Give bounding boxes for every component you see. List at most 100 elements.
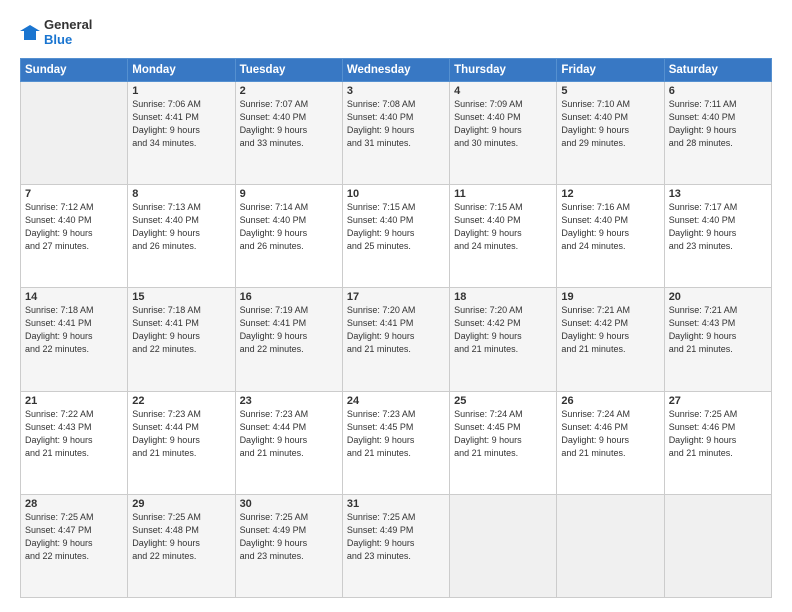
day-number: 22 xyxy=(132,395,230,407)
logo-general-text: General xyxy=(44,18,92,33)
day-info: Sunrise: 7:10 AM Sunset: 4:40 PM Dayligh… xyxy=(561,98,659,150)
calendar-cell: 18Sunrise: 7:20 AM Sunset: 4:42 PM Dayli… xyxy=(450,288,557,391)
day-number: 7 xyxy=(25,188,123,200)
day-info: Sunrise: 7:25 AM Sunset: 4:47 PM Dayligh… xyxy=(25,511,123,563)
day-info: Sunrise: 7:23 AM Sunset: 4:44 PM Dayligh… xyxy=(240,408,338,460)
header: General Blue xyxy=(20,18,772,48)
day-number: 5 xyxy=(561,85,659,97)
calendar-table: SundayMondayTuesdayWednesdayThursdayFrid… xyxy=(20,58,772,598)
calendar-cell xyxy=(557,494,664,597)
logo-bird-icon xyxy=(20,22,42,44)
calendar-cell: 19Sunrise: 7:21 AM Sunset: 4:42 PM Dayli… xyxy=(557,288,664,391)
day-info: Sunrise: 7:23 AM Sunset: 4:44 PM Dayligh… xyxy=(132,408,230,460)
calendar-cell: 20Sunrise: 7:21 AM Sunset: 4:43 PM Dayli… xyxy=(664,288,771,391)
calendar-cell: 24Sunrise: 7:23 AM Sunset: 4:45 PM Dayli… xyxy=(342,391,449,494)
calendar-cell: 29Sunrise: 7:25 AM Sunset: 4:48 PM Dayli… xyxy=(128,494,235,597)
calendar-header-friday: Friday xyxy=(557,58,664,81)
day-number: 25 xyxy=(454,395,552,407)
calendar-cell: 22Sunrise: 7:23 AM Sunset: 4:44 PM Dayli… xyxy=(128,391,235,494)
day-number: 21 xyxy=(25,395,123,407)
calendar-cell: 8Sunrise: 7:13 AM Sunset: 4:40 PM Daylig… xyxy=(128,185,235,288)
day-info: Sunrise: 7:14 AM Sunset: 4:40 PM Dayligh… xyxy=(240,201,338,253)
day-number: 6 xyxy=(669,85,767,97)
day-info: Sunrise: 7:24 AM Sunset: 4:46 PM Dayligh… xyxy=(561,408,659,460)
day-number: 17 xyxy=(347,291,445,303)
day-number: 30 xyxy=(240,498,338,510)
day-info: Sunrise: 7:20 AM Sunset: 4:41 PM Dayligh… xyxy=(347,304,445,356)
day-info: Sunrise: 7:13 AM Sunset: 4:40 PM Dayligh… xyxy=(132,201,230,253)
calendar-cell: 16Sunrise: 7:19 AM Sunset: 4:41 PM Dayli… xyxy=(235,288,342,391)
day-number: 23 xyxy=(240,395,338,407)
day-info: Sunrise: 7:20 AM Sunset: 4:42 PM Dayligh… xyxy=(454,304,552,356)
calendar-cell: 14Sunrise: 7:18 AM Sunset: 4:41 PM Dayli… xyxy=(21,288,128,391)
calendar-cell: 10Sunrise: 7:15 AM Sunset: 4:40 PM Dayli… xyxy=(342,185,449,288)
calendar-cell: 6Sunrise: 7:11 AM Sunset: 4:40 PM Daylig… xyxy=(664,81,771,184)
calendar-cell: 25Sunrise: 7:24 AM Sunset: 4:45 PM Dayli… xyxy=(450,391,557,494)
calendar-cell: 27Sunrise: 7:25 AM Sunset: 4:46 PM Dayli… xyxy=(664,391,771,494)
day-number: 18 xyxy=(454,291,552,303)
day-number: 12 xyxy=(561,188,659,200)
calendar-cell: 26Sunrise: 7:24 AM Sunset: 4:46 PM Dayli… xyxy=(557,391,664,494)
day-info: Sunrise: 7:16 AM Sunset: 4:40 PM Dayligh… xyxy=(561,201,659,253)
day-number: 13 xyxy=(669,188,767,200)
calendar-cell: 1Sunrise: 7:06 AM Sunset: 4:41 PM Daylig… xyxy=(128,81,235,184)
day-info: Sunrise: 7:07 AM Sunset: 4:40 PM Dayligh… xyxy=(240,98,338,150)
day-info: Sunrise: 7:19 AM Sunset: 4:41 PM Dayligh… xyxy=(240,304,338,356)
day-number: 16 xyxy=(240,291,338,303)
day-number: 8 xyxy=(132,188,230,200)
day-info: Sunrise: 7:25 AM Sunset: 4:49 PM Dayligh… xyxy=(347,511,445,563)
calendar-week-3: 14Sunrise: 7:18 AM Sunset: 4:41 PM Dayli… xyxy=(21,288,772,391)
day-info: Sunrise: 7:17 AM Sunset: 4:40 PM Dayligh… xyxy=(669,201,767,253)
day-info: Sunrise: 7:15 AM Sunset: 4:40 PM Dayligh… xyxy=(454,201,552,253)
day-number: 19 xyxy=(561,291,659,303)
calendar-cell xyxy=(21,81,128,184)
day-number: 29 xyxy=(132,498,230,510)
calendar-cell: 30Sunrise: 7:25 AM Sunset: 4:49 PM Dayli… xyxy=(235,494,342,597)
day-info: Sunrise: 7:21 AM Sunset: 4:42 PM Dayligh… xyxy=(561,304,659,356)
day-number: 15 xyxy=(132,291,230,303)
day-info: Sunrise: 7:24 AM Sunset: 4:45 PM Dayligh… xyxy=(454,408,552,460)
day-info: Sunrise: 7:23 AM Sunset: 4:45 PM Dayligh… xyxy=(347,408,445,460)
calendar-cell: 5Sunrise: 7:10 AM Sunset: 4:40 PM Daylig… xyxy=(557,81,664,184)
calendar-cell xyxy=(450,494,557,597)
calendar-header-row: SundayMondayTuesdayWednesdayThursdayFrid… xyxy=(21,58,772,81)
day-number: 24 xyxy=(347,395,445,407)
calendar-cell: 7Sunrise: 7:12 AM Sunset: 4:40 PM Daylig… xyxy=(21,185,128,288)
day-number: 2 xyxy=(240,85,338,97)
calendar-cell: 11Sunrise: 7:15 AM Sunset: 4:40 PM Dayli… xyxy=(450,185,557,288)
calendar-header-monday: Monday xyxy=(128,58,235,81)
day-number: 31 xyxy=(347,498,445,510)
logo: General Blue xyxy=(20,18,92,48)
page: General Blue SundayMondayTuesdayWednesda… xyxy=(0,0,792,612)
day-info: Sunrise: 7:06 AM Sunset: 4:41 PM Dayligh… xyxy=(132,98,230,150)
calendar-cell: 17Sunrise: 7:20 AM Sunset: 4:41 PM Dayli… xyxy=(342,288,449,391)
day-info: Sunrise: 7:18 AM Sunset: 4:41 PM Dayligh… xyxy=(132,304,230,356)
day-number: 11 xyxy=(454,188,552,200)
calendar-cell: 2Sunrise: 7:07 AM Sunset: 4:40 PM Daylig… xyxy=(235,81,342,184)
calendar-cell: 12Sunrise: 7:16 AM Sunset: 4:40 PM Dayli… xyxy=(557,185,664,288)
day-number: 4 xyxy=(454,85,552,97)
day-info: Sunrise: 7:25 AM Sunset: 4:46 PM Dayligh… xyxy=(669,408,767,460)
calendar-cell: 15Sunrise: 7:18 AM Sunset: 4:41 PM Dayli… xyxy=(128,288,235,391)
day-info: Sunrise: 7:12 AM Sunset: 4:40 PM Dayligh… xyxy=(25,201,123,253)
calendar-cell: 31Sunrise: 7:25 AM Sunset: 4:49 PM Dayli… xyxy=(342,494,449,597)
calendar-week-2: 7Sunrise: 7:12 AM Sunset: 4:40 PM Daylig… xyxy=(21,185,772,288)
logo-blue-text: Blue xyxy=(44,33,92,48)
day-number: 20 xyxy=(669,291,767,303)
calendar-header-saturday: Saturday xyxy=(664,58,771,81)
day-info: Sunrise: 7:22 AM Sunset: 4:43 PM Dayligh… xyxy=(25,408,123,460)
day-info: Sunrise: 7:25 AM Sunset: 4:48 PM Dayligh… xyxy=(132,511,230,563)
day-number: 28 xyxy=(25,498,123,510)
day-number: 1 xyxy=(132,85,230,97)
day-number: 26 xyxy=(561,395,659,407)
calendar-header-thursday: Thursday xyxy=(450,58,557,81)
calendar-week-5: 28Sunrise: 7:25 AM Sunset: 4:47 PM Dayli… xyxy=(21,494,772,597)
day-info: Sunrise: 7:08 AM Sunset: 4:40 PM Dayligh… xyxy=(347,98,445,150)
calendar-header-tuesday: Tuesday xyxy=(235,58,342,81)
calendar-week-4: 21Sunrise: 7:22 AM Sunset: 4:43 PM Dayli… xyxy=(21,391,772,494)
day-info: Sunrise: 7:11 AM Sunset: 4:40 PM Dayligh… xyxy=(669,98,767,150)
calendar-cell: 3Sunrise: 7:08 AM Sunset: 4:40 PM Daylig… xyxy=(342,81,449,184)
calendar-header-sunday: Sunday xyxy=(21,58,128,81)
calendar-header-wednesday: Wednesday xyxy=(342,58,449,81)
day-number: 10 xyxy=(347,188,445,200)
